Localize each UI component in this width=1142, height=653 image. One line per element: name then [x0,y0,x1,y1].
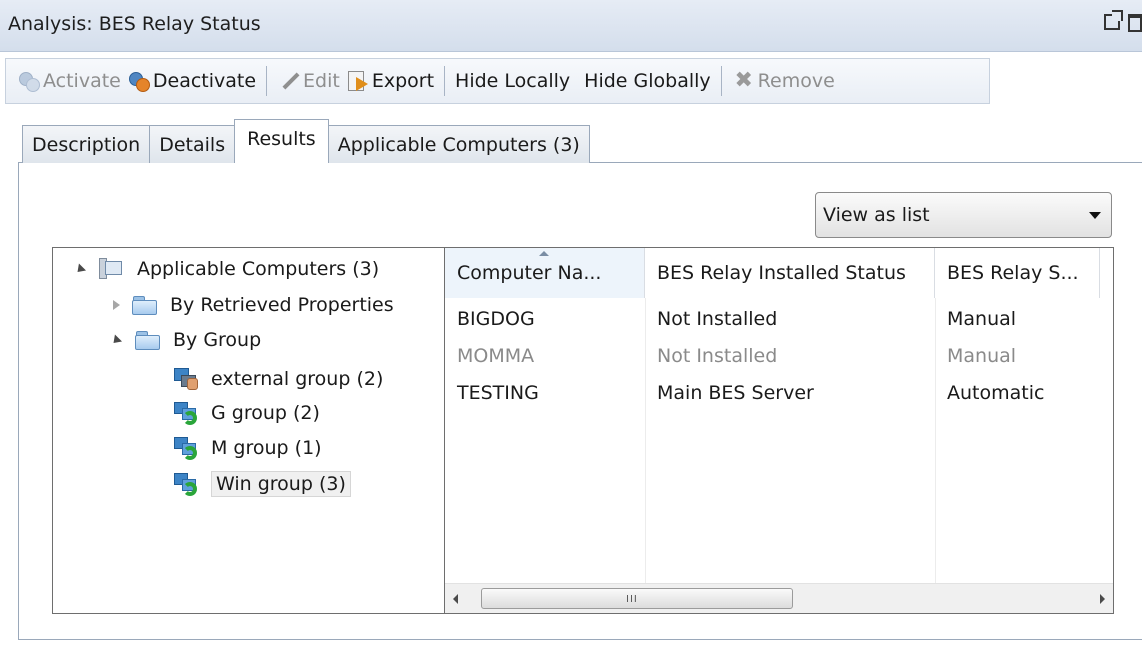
sort-ascending-icon [539,251,549,256]
activate-label: Activate [43,70,121,92]
automatic-group-icon [173,400,199,426]
cell-installed-status: Main BES Server [657,381,814,404]
computer-tree: Applicable Computers (3) By Retrieved Pr… [53,248,445,613]
tree-item-label: M group (1) [211,437,322,459]
activate-button[interactable]: Activate [14,64,124,98]
cell-installed-status: Not Installed [657,344,778,367]
tab-label: Applicable Computers (3) [337,133,580,156]
results-split-view: Applicable Computers (3) By Retrieved Pr… [52,247,1114,614]
automatic-group-icon [173,435,199,461]
pencil-icon [277,69,301,93]
scrollbar-grip: III [626,594,638,605]
column-header-computer-name[interactable]: Computer Na... [445,248,645,298]
folder-icon [135,330,161,350]
tree-item-label: Applicable Computers (3) [137,258,380,280]
toolbar: Activate Deactivate Edit Export Hide Loc… [5,58,990,104]
hide-locally-label: Hide Locally [455,70,571,92]
toolbar-separator [266,66,268,96]
cell-relay-selection: Automatic [947,381,1045,404]
horizontal-scrollbar[interactable]: III [445,583,1113,613]
tab-results[interactable]: Results [234,119,329,163]
hide-globally-button[interactable]: Hide Globally [581,64,714,98]
column-header-label: BES Relay S... [947,262,1079,284]
table-row[interactable]: BIGDOG Not Installed Manual [445,300,1113,337]
tree-item-group-selected[interactable]: Win group (3) [169,467,351,501]
tab-bar: Description Details Results Applicable C… [22,119,590,163]
hide-globally-label: Hide Globally [584,70,711,92]
export-icon [346,69,370,93]
cell-computer-name: BIGDOG [457,307,535,330]
view-mode-select[interactable]: View as list [815,192,1112,238]
tree-item-by-retrieved-properties[interactable]: By Retrieved Properties [113,288,394,322]
folder-icon [132,295,158,315]
remove-label: Remove [757,70,835,92]
tab-label: Details [159,133,226,156]
detach-icon[interactable] [1104,10,1123,30]
tree-item-label: By Group [173,329,262,351]
toolbar-separator [720,66,722,96]
tree-item-label: G group (2) [211,402,320,424]
cell-computer-name: MOMMA [457,344,535,367]
expanded-triangle-icon[interactable] [73,262,87,276]
window-controls [1104,10,1142,32]
tree-item-by-group[interactable]: By Group [109,323,262,357]
tab-applicable-computers[interactable]: Applicable Computers (3) [327,125,590,163]
scrollbar-thumb[interactable]: III [481,588,793,609]
remove-button[interactable]: ✖ Remove [729,64,838,98]
cell-relay-selection: Manual [947,307,1017,330]
tree-item-group[interactable]: M group (1) [173,431,322,465]
collapsed-triangle-icon[interactable] [113,300,120,310]
tree-item-group[interactable]: external group (2) [173,362,383,396]
list-header: Computer Na... BES Relay Installed Statu… [445,248,1113,298]
tree-item-label: external group (2) [211,368,384,390]
column-header-label: BES Relay Installed Status [657,262,906,284]
chevron-down-icon [1089,212,1101,219]
computer-list: Computer Na... BES Relay Installed Statu… [445,248,1113,613]
tab-label: Description [32,133,141,156]
automatic-group-icon [173,471,199,497]
remove-x-icon: ✖ [734,68,753,93]
tab-label: Results [247,128,316,150]
view-mode-value: View as list [823,204,930,226]
window-title-bar: Analysis: BES Relay Status [0,0,1142,52]
deactivate-button[interactable]: Deactivate [124,64,259,98]
tree-item-applicable-computers[interactable]: Applicable Computers (3) [73,252,380,286]
activate-icon [17,69,41,93]
window-title: Analysis: BES Relay Status [8,13,261,35]
toolbar-separator [444,66,446,96]
deactivate-label: Deactivate [152,70,257,92]
export-label: Export [371,70,435,92]
cell-relay-selection: Manual [947,344,1017,367]
column-header-relay-selection[interactable]: BES Relay S... [935,248,1100,298]
deactivate-icon [127,69,151,93]
edit-button[interactable]: Edit [274,64,343,98]
maximize-icon[interactable] [1128,14,1142,32]
tab-description[interactable]: Description [22,125,151,163]
expanded-triangle-icon[interactable] [109,333,123,347]
cell-installed-status: Not Installed [657,307,778,330]
column-header-relay-installed-status[interactable]: BES Relay Installed Status [645,248,935,298]
table-row[interactable]: MOMMA Not Installed Manual [445,337,1113,374]
export-button[interactable]: Export [343,64,437,98]
column-header-label: Computer Na... [457,262,602,284]
cell-computer-name: TESTING [457,381,539,404]
manual-group-icon [173,366,199,392]
edit-label: Edit [303,70,340,92]
scroll-left-arrow-icon[interactable] [453,594,458,604]
hide-locally-button[interactable]: Hide Locally [452,64,573,98]
tab-details[interactable]: Details [149,125,236,163]
scroll-right-arrow-icon[interactable] [1100,594,1105,604]
tree-item-label: Win group (3) [211,471,351,497]
tree-item-label: By Retrieved Properties [170,294,394,316]
table-row[interactable]: TESTING Main BES Server Automatic [445,374,1113,411]
tree-item-group[interactable]: G group (2) [173,396,320,430]
computers-icon [99,258,123,280]
